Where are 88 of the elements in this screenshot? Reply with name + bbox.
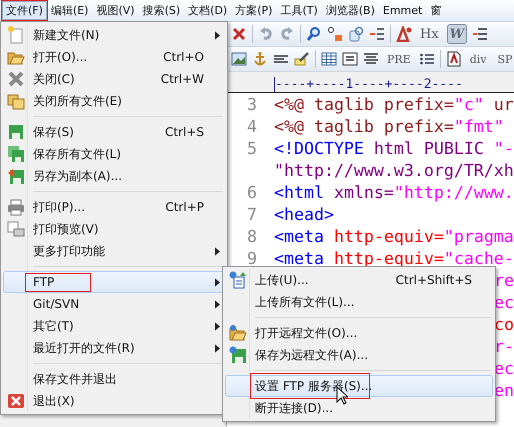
menu-bar-item[interactable]: 工具(T) [276, 1, 322, 20]
menu-bar-item[interactable]: 文件(F) [2, 1, 47, 20]
menu-item[interactable]: 打开(O)... Ctrl+O [3, 46, 225, 68]
code-line: <%@ taglib prefix="c" ur [274, 94, 514, 114]
saveremote-icon [229, 346, 247, 364]
save-icon [7, 123, 25, 141]
line-number: 7 [247, 204, 257, 224]
menu-item[interactable]: 打印(P)... Ctrl+P [3, 196, 225, 218]
menu-item[interactable]: 保存所有文件(L) [3, 143, 225, 165]
exit-icon [7, 392, 25, 410]
toolbar-button[interactable]: div [466, 49, 490, 69]
menu-item[interactable]: 更多打印功能 [3, 240, 225, 262]
numlist-icon[interactable] [369, 26, 385, 42]
toolbar-button[interactable]: SP [494, 49, 514, 69]
table-icon[interactable] [321, 51, 337, 67]
x-icon[interactable] [231, 26, 247, 42]
list-icon[interactable] [418, 51, 435, 67]
preview-icon [7, 220, 25, 238]
code-line: <meta http-equiv="pragma [274, 226, 514, 246]
line-number: 3 [247, 94, 257, 114]
code-line: <!DOCTYPE html PUBLIC "- [274, 138, 514, 158]
toolbar-button[interactable]: PRE [384, 49, 414, 69]
code-line: <head> [274, 204, 334, 224]
menu-item[interactable]: 上传所有文件(L)... [225, 291, 493, 313]
menu-item[interactable]: 保存为远程文件(A)... [225, 344, 493, 366]
indent-icon[interactable] [472, 26, 488, 42]
menu-item[interactable]: Git/SVN [3, 293, 225, 315]
menu-item[interactable]: 其它(T) [3, 315, 225, 337]
submenu-arrow-icon [214, 300, 220, 308]
menu-item[interactable]: 退出(X) [3, 390, 225, 412]
line-number: 5 [247, 138, 257, 158]
upload-icon [229, 271, 247, 289]
menu-bar-item[interactable]: 搜索(S) [138, 1, 184, 20]
menu-item[interactable]: 关闭(C) Ctrl+W [3, 68, 225, 90]
menu-item[interactable]: 最近打开的文件(R) [3, 337, 225, 359]
submenu-arrow-icon [214, 246, 220, 256]
open-icon [229, 324, 247, 342]
code-line: re [494, 270, 514, 290]
doc-icon[interactable] [446, 51, 462, 67]
code-line: <%@ taglib prefix="fmt" [274, 116, 504, 136]
menu-item[interactable]: 另存为副本(A)... [3, 165, 225, 187]
line-number: 9 [247, 248, 257, 268]
print-icon [7, 198, 25, 216]
closeall-icon [7, 92, 25, 110]
copy-icon[interactable] [348, 26, 364, 42]
saveas-icon [7, 167, 25, 185]
menu-bar-item[interactable]: 方案(P) [231, 1, 276, 20]
saveall-icon [7, 145, 25, 163]
line-number: 6 [247, 182, 257, 202]
code-line: <html xmlns="http://www. [274, 182, 514, 202]
menu-bar-item[interactable]: 编辑(E) [46, 1, 92, 20]
replace-icon[interactable] [327, 26, 343, 42]
column-ruler: ----+----1----+----2---- [274, 77, 463, 92]
code-line: r- [494, 336, 514, 356]
menu-bar-item[interactable]: 浏览器(B) [322, 1, 379, 20]
menu-item[interactable]: 关闭所有文件(E) [3, 90, 225, 112]
line-number: 4 [247, 116, 257, 136]
code-line: "http://www.w3.org/TR/xh [274, 160, 514, 180]
close-icon [7, 70, 25, 88]
center-icon[interactable] [363, 51, 379, 67]
menu-item[interactable]: 保存文件并退出 [3, 368, 225, 390]
search-icon[interactable] [306, 26, 322, 42]
pencil-icon[interactable] [294, 51, 310, 67]
anchor-icon[interactable] [252, 51, 268, 67]
menu-item[interactable]: 断开连接(D)... [225, 397, 493, 419]
menu-bar-item[interactable]: 文档(D) [184, 1, 232, 20]
submenu-arrow-icon [214, 30, 220, 40]
menu-item[interactable]: FTP [3, 271, 225, 293]
annotation-box [25, 273, 91, 292]
toolbar-button[interactable]: Hx [417, 24, 442, 44]
submenu-arrow-icon [214, 344, 220, 352]
textbox-icon[interactable] [342, 51, 358, 67]
menu-item[interactable]: 新建文件(N) [3, 24, 225, 46]
menu-bar-item[interactable]: 视图(V) [92, 1, 139, 20]
menu-bar-item[interactable]: 窗 [426, 1, 446, 20]
menu-item[interactable]: 打开远程文件(O)... [225, 322, 493, 344]
code-line: <meta http-equiv="cache- [274, 248, 514, 268]
submenu-arrow-icon [214, 322, 220, 330]
menu-item[interactable]: 打印预览(V) [3, 218, 225, 240]
line-number: 8 [247, 226, 257, 246]
toolbar-button[interactable]: W [446, 24, 468, 44]
submenu-arrow-icon [214, 278, 220, 286]
menu-bar-item[interactable]: Emmet [378, 2, 426, 19]
menu-item[interactable]: 上传(U)... Ctrl+Shift+S [225, 269, 493, 291]
menu-item[interactable]: 保存(S) Ctrl+S [3, 121, 225, 143]
picture-icon[interactable] [231, 51, 247, 67]
code-line: co [494, 314, 514, 334]
new-icon [7, 26, 25, 44]
